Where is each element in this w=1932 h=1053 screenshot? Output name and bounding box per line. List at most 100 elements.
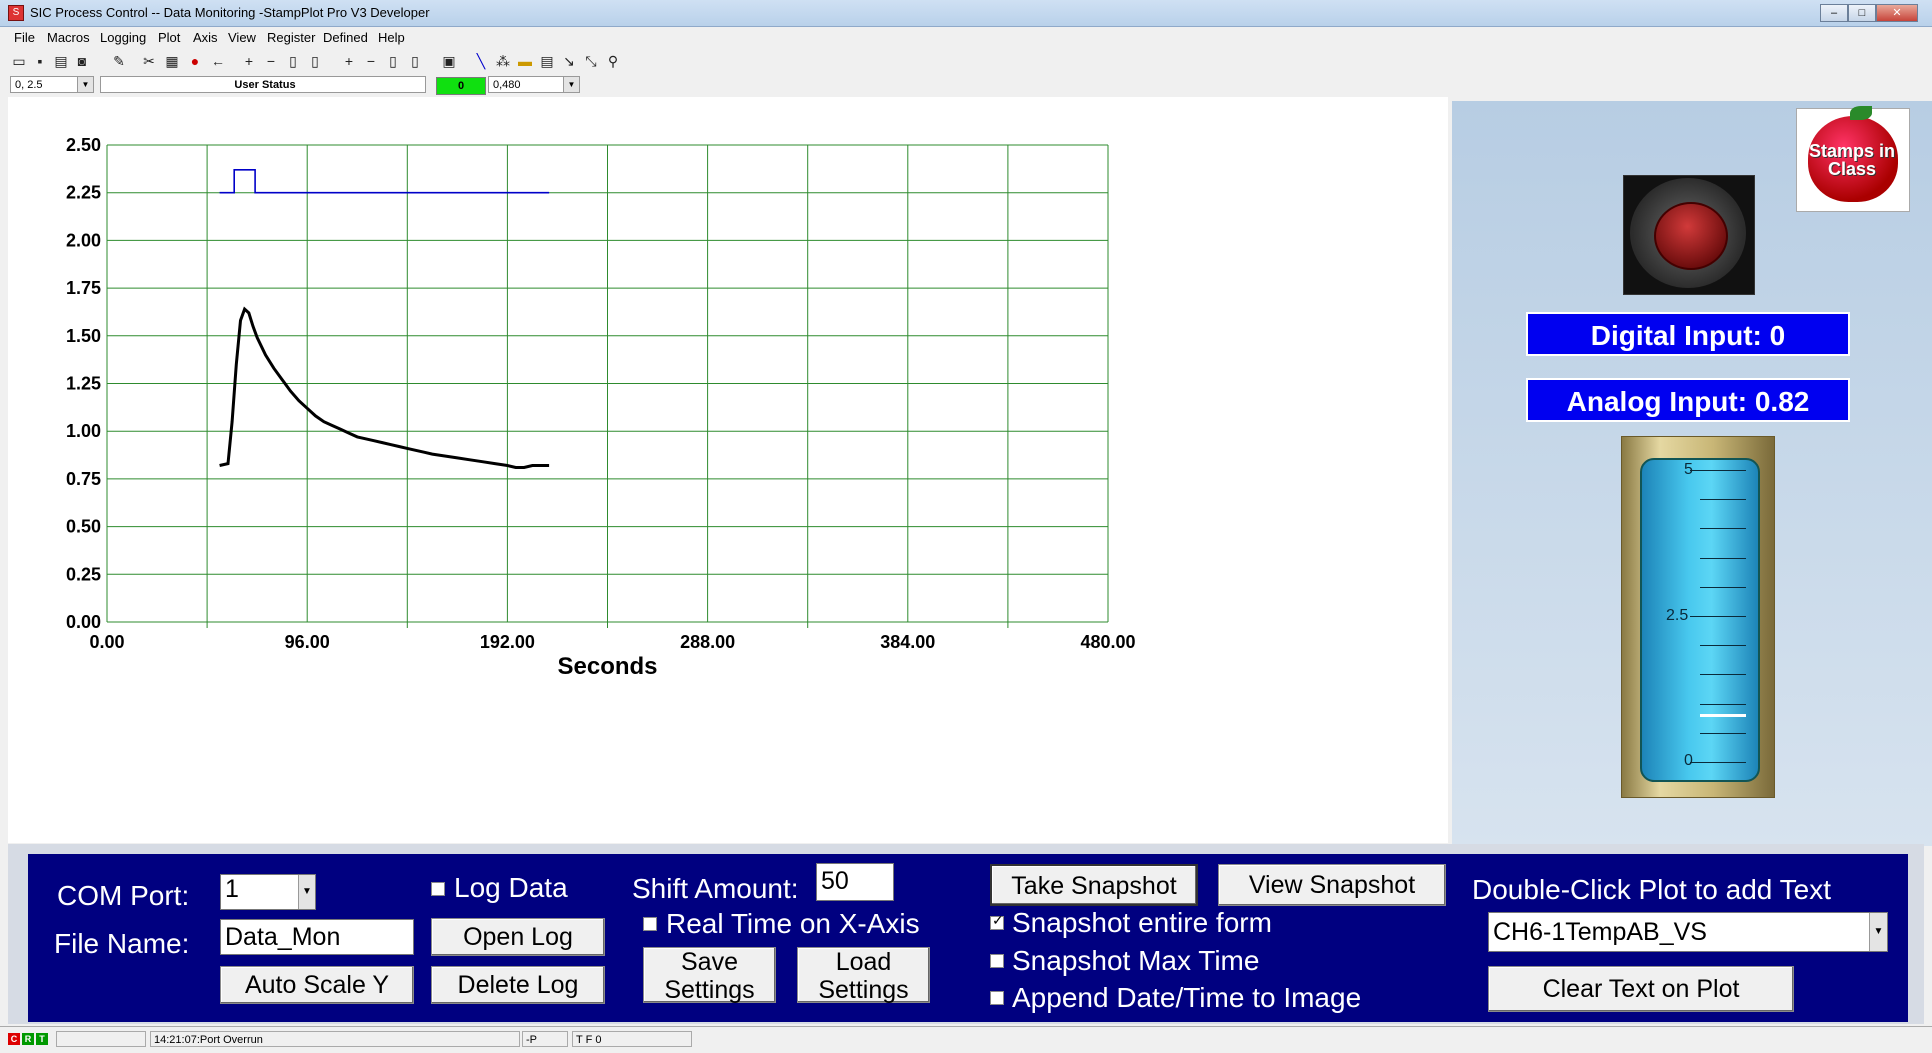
delete-log-button[interactable]: Delete Log (431, 966, 605, 1004)
y-tick-label: 0.00 (66, 612, 101, 632)
com-port-value: 1 (225, 875, 239, 903)
window-title: SIC Process Control -- Data Monitoring -… (30, 5, 430, 20)
chevron-down-icon[interactable]: ▼ (1869, 913, 1887, 951)
chevron-down-icon[interactable]: ▼ (563, 77, 579, 92)
log-data-label: Log Data (454, 872, 568, 903)
y-tick-label: 2.50 (66, 135, 101, 155)
menu-bar: File Macros Logging Plot Axis View Regis… (0, 27, 1932, 47)
zoom-in-y-icon[interactable]: + (340, 52, 358, 70)
menu-plot[interactable]: Plot (158, 30, 180, 45)
user-status: User Status (100, 76, 426, 93)
pan-y-icon[interactable]: ▯ (384, 52, 402, 70)
arrow-icon[interactable]: ↘ (560, 52, 578, 70)
toolbar: ▭ ▪ ▤ ◙ ✎ ✂ ▦ ● ← + − ▯ ▯ + − ▯ ▯ ▣ ╲ ⁂ … (0, 48, 1932, 76)
shift-amount-label: Shift Amount: (632, 873, 799, 904)
chevron-down-icon[interactable]: ▼ (298, 875, 315, 909)
menu-register[interactable]: Register (267, 30, 315, 45)
close-button[interactable]: ✕ (1876, 4, 1918, 22)
zoom-out-y-icon[interactable]: − (362, 52, 380, 70)
open-log-button[interactable]: Open Log (431, 918, 605, 956)
maximize-button[interactable]: □ (1848, 4, 1876, 22)
menu-axis[interactable]: Axis (193, 30, 218, 45)
tank-tick (1700, 674, 1746, 676)
logo-text: Stamps in Class (1808, 141, 1896, 179)
analog-series-line (219, 306, 550, 469)
x-tick-label: 96.00 (285, 632, 330, 652)
y-tick-label: 1.75 (66, 278, 101, 298)
coord-combo-value: 0, 2.5 (15, 79, 43, 91)
menu-defined[interactable]: Defined (323, 30, 368, 45)
save-icon[interactable]: ▪ (31, 52, 49, 70)
auto-scale-y-button[interactable]: Auto Scale Y (220, 966, 414, 1004)
menu-file[interactable]: File (14, 30, 35, 45)
pen-icon[interactable]: ✎ (110, 52, 128, 70)
menu-view[interactable]: View (228, 30, 256, 45)
x-tick-label: 480.00 (1080, 632, 1135, 652)
grid-icon[interactable]: ▦ (163, 52, 181, 70)
status-indicator: 0 (436, 77, 486, 95)
plot-area[interactable]: 0.00 0.25 0.50 0.75 1.00 1.25 1.50 1.75 2.00 2.25… (8, 97, 1448, 843)
chart[interactable]: 0.00 0.25 0.50 0.75 1.00 1.25 1.50 1.75 2.00 2.25… (8, 97, 1448, 843)
zoom-out-x-icon[interactable]: − (262, 52, 280, 70)
coord-combo[interactable]: 0, 2.5 ▼ (10, 76, 94, 93)
load-settings-button[interactable]: Load Settings (797, 947, 930, 1004)
led-r: R (22, 1033, 34, 1045)
marker-icon[interactable]: ⁂ (494, 52, 512, 70)
cursor-icon[interactable]: ▣ (440, 52, 458, 70)
reset-y-icon[interactable]: ▯ (406, 52, 424, 70)
x-tick-label: 288.00 (680, 632, 735, 652)
append-date-checkbox[interactable] (990, 991, 1004, 1005)
tank-tick (1700, 645, 1746, 647)
zoom-in-x-icon[interactable]: + (240, 52, 258, 70)
plot-text-select[interactable]: CH6-1TempAB_VS ▼ (1488, 912, 1888, 952)
menu-logging[interactable]: Logging (100, 30, 146, 45)
take-snapshot-button[interactable]: Take Snapshot (990, 864, 1198, 906)
draw-icon[interactable]: ╲ (472, 52, 490, 70)
snapshot-form-label: Snapshot entire form (1012, 907, 1272, 938)
real-time-checkbox[interactable] (643, 917, 657, 931)
time-combo[interactable]: 0,480 ▼ (488, 76, 580, 93)
y-tick-label: 2.00 (66, 230, 101, 250)
log-data-checkbox[interactable] (431, 882, 445, 896)
table-icon[interactable]: ▤ (538, 52, 556, 70)
menu-macros[interactable]: Macros (47, 30, 90, 45)
pan-x-icon[interactable]: ▯ (284, 52, 302, 70)
camera-icon[interactable]: ◙ (73, 52, 91, 70)
tank-level-indicator (1700, 714, 1746, 718)
y-tick-label: 0.75 (66, 469, 101, 489)
app-icon: S (8, 5, 24, 21)
probe-icon[interactable]: ⚲ (604, 52, 622, 70)
x-tick-label: 192.00 (480, 632, 535, 652)
tank-tick (1700, 528, 1746, 530)
digital-series-line (219, 169, 550, 194)
stamp-icon[interactable]: ✂ (140, 52, 158, 70)
com-port-select[interactable]: 1 ▼ (220, 874, 316, 910)
snapshot-max-checkbox[interactable] (990, 954, 1004, 968)
reset-x-icon[interactable]: ▯ (306, 52, 324, 70)
minimize-button[interactable]: – (1820, 4, 1848, 22)
snapshot-form-checkbox[interactable] (990, 912, 1004, 930)
view-snapshot-button[interactable]: View Snapshot (1218, 864, 1446, 906)
clear-text-button[interactable]: Clear Text on Plot (1488, 966, 1794, 1012)
com-port-label: COM Port: (57, 880, 190, 911)
y-tick-label: 1.25 (66, 374, 101, 394)
x-axis-label: Seconds (557, 653, 657, 680)
leaf-icon (1850, 106, 1872, 120)
tank-tick (1690, 470, 1746, 471)
expand-icon[interactable]: ⤡ (582, 52, 600, 70)
file-name-label: File Name: (54, 928, 190, 959)
title-bar: S SIC Process Control -- Data Monitoring… (0, 0, 1932, 27)
file-name-field[interactable]: Data_Mon (220, 919, 414, 955)
save-settings-button[interactable]: Save Settings (643, 947, 776, 1004)
arrow-left-icon[interactable]: ← (209, 52, 227, 70)
tank-tick (1700, 557, 1746, 559)
menu-help[interactable]: Help (378, 30, 405, 45)
chevron-down-icon[interactable]: ▼ (77, 77, 93, 92)
stop-icon[interactable]: ● (186, 52, 204, 70)
open-icon[interactable]: ▭ (10, 52, 28, 70)
print-icon[interactable]: ▤ (52, 52, 70, 70)
note-icon[interactable]: ▬ (516, 52, 534, 70)
shift-amount-field[interactable]: 50 (816, 863, 894, 901)
y-tick-label: 1.00 (66, 421, 101, 441)
tank-tick (1700, 732, 1746, 734)
